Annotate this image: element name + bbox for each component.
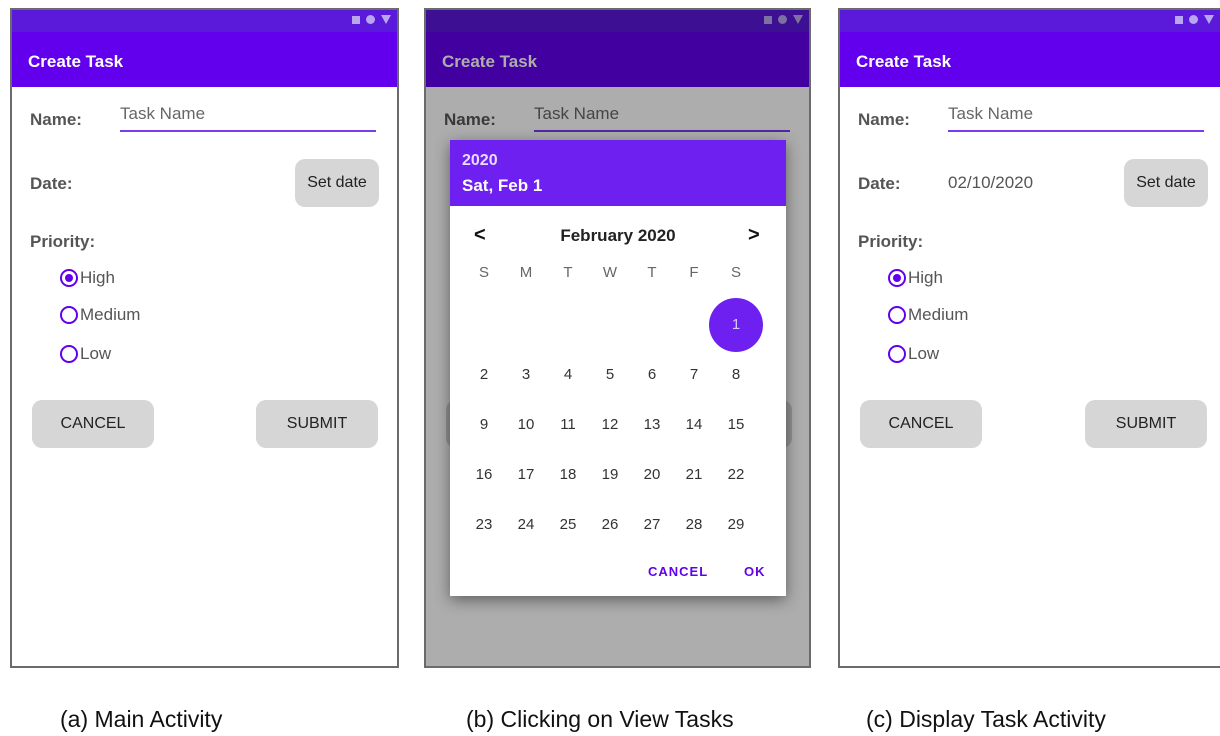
status-bar (12, 10, 397, 32)
date-value: 02/10/2020 (948, 173, 1034, 192)
cancel-button[interactable]: CANCEL (32, 400, 154, 448)
app-bar: Create Task (12, 32, 397, 87)
caption-c: (c) Display Task Activity (866, 706, 1106, 732)
calendar-day[interactable]: 5 (590, 366, 630, 383)
weekday-header: F (689, 264, 699, 281)
radio-medium[interactable]: Medium (888, 305, 968, 325)
calendar-day[interactable]: 21 (674, 466, 714, 483)
set-date-button[interactable]: Set date (1124, 159, 1208, 207)
calendar-day[interactable]: 28 (674, 516, 714, 533)
calendar-day[interactable]: 9 (464, 416, 504, 433)
month-title: February 2020 (560, 226, 676, 245)
weekday-header: S (478, 264, 489, 281)
caption-b: (b) Clicking on View Tasks (466, 706, 734, 732)
radio-high-label: High (908, 268, 943, 287)
calendar-day[interactable]: 24 (506, 516, 546, 533)
date-picker-dialog: 2020 Sat, Feb 1 < February 2020 > SMTWTF… (450, 140, 786, 596)
calendar-day[interactable]: 18 (548, 466, 588, 483)
radio-medium-label: Medium (908, 305, 969, 324)
submit-button[interactable]: SUBMIT (1085, 400, 1207, 448)
radio-high[interactable]: High (888, 268, 943, 288)
picker-year[interactable]: 2020 (462, 152, 498, 170)
square-icon (1175, 15, 1183, 24)
calendar-day[interactable]: 1 (716, 316, 756, 333)
radio-medium-label: Medium (80, 305, 141, 324)
name-label: Name: (30, 110, 82, 129)
radio-unchecked-icon (888, 306, 906, 324)
calendar-day[interactable]: 17 (506, 466, 546, 483)
date-picker-header: 2020 Sat, Feb 1 (450, 140, 786, 206)
calendar-day[interactable]: 20 (632, 466, 672, 483)
radio-medium[interactable]: Medium (60, 305, 140, 325)
calendar-day[interactable]: 2 (464, 366, 504, 383)
picker-cancel-button[interactable]: CANCEL (648, 564, 708, 579)
weekday-header: W (602, 264, 618, 281)
radio-unchecked-icon (60, 306, 78, 324)
app-bar: Create Task (840, 32, 1220, 87)
calendar-day[interactable]: 29 (716, 516, 756, 533)
app-title: Create Task (28, 52, 124, 71)
task-name-input[interactable] (948, 102, 1204, 132)
calendar-day[interactable]: 13 (632, 416, 672, 433)
calendar-day[interactable]: 8 (716, 366, 756, 383)
screen-date-picker: Create Task Name: 2020 Sat, Feb 1 < Febr… (424, 8, 811, 668)
radio-high-label: High (80, 268, 115, 287)
cancel-button[interactable]: CANCEL (860, 400, 982, 448)
calendar-day[interactable]: 27 (632, 516, 672, 533)
radio-checked-icon (888, 269, 906, 287)
caption-a: (a) Main Activity (60, 706, 223, 732)
radio-checked-icon (60, 269, 78, 287)
screen-main-activity: Create Task Name: Date: Set date Priorit… (10, 8, 399, 668)
priority-label: Priority: (858, 232, 924, 251)
radio-high[interactable]: High (60, 268, 115, 288)
picker-ok-button[interactable]: OK (744, 564, 766, 579)
calendar-day[interactable]: 4 (548, 366, 588, 383)
radio-low-label: Low (80, 344, 112, 363)
calendar-day[interactable]: 19 (590, 466, 630, 483)
submit-button[interactable]: SUBMIT (256, 400, 378, 448)
calendar-day[interactable]: 7 (674, 366, 714, 383)
triangle-icon (1204, 15, 1214, 24)
radio-unchecked-icon (60, 345, 78, 363)
calendar-day[interactable]: 11 (548, 416, 588, 433)
calendar-day[interactable]: 26 (590, 516, 630, 533)
calendar-day[interactable]: 23 (464, 516, 504, 533)
calendar-day[interactable]: 12 (590, 416, 630, 433)
radio-low-label: Low (908, 344, 940, 363)
task-name-input[interactable] (120, 102, 376, 132)
name-label: Name: (858, 110, 910, 129)
calendar-day[interactable]: 14 (674, 416, 714, 433)
calendar-day[interactable]: 3 (506, 366, 546, 383)
radio-unchecked-icon (888, 345, 906, 363)
weekday-header: M (519, 264, 533, 281)
next-month-button[interactable]: > (748, 224, 760, 247)
triangle-icon (381, 15, 391, 24)
picker-selected-date: Sat, Feb 1 (462, 176, 543, 195)
set-date-button[interactable]: Set date (295, 159, 379, 207)
status-bar (840, 10, 1220, 32)
priority-label: Priority: (30, 232, 96, 251)
calendar-day[interactable]: 6 (632, 366, 672, 383)
screen-display-task: Create Task Name: Date: 02/10/2020 Set d… (838, 8, 1220, 668)
weekday-header: T (647, 264, 657, 281)
calendar-day[interactable]: 16 (464, 466, 504, 483)
radio-low[interactable]: Low (888, 344, 939, 364)
circle-icon (366, 15, 375, 24)
date-label: Date: (30, 174, 73, 193)
weekday-header: T (563, 264, 573, 281)
circle-icon (1189, 15, 1198, 24)
calendar-day[interactable]: 15 (716, 416, 756, 433)
radio-low[interactable]: Low (60, 344, 111, 364)
square-icon (352, 15, 360, 24)
calendar-day[interactable]: 10 (506, 416, 546, 433)
weekday-header: S (730, 264, 741, 281)
app-title: Create Task (856, 52, 952, 71)
date-label: Date: (858, 174, 901, 193)
calendar-day[interactable]: 22 (716, 466, 756, 483)
calendar-day[interactable]: 25 (548, 516, 588, 533)
